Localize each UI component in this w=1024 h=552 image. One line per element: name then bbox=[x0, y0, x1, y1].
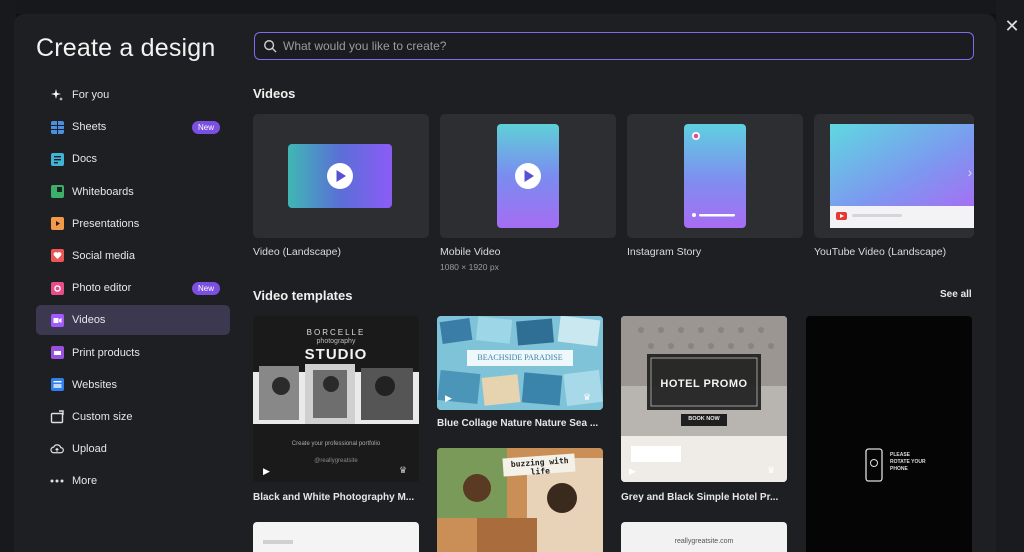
new-badge: New bbox=[191, 282, 220, 296]
sidebar-item-videos[interactable]: Videos bbox=[36, 305, 230, 336]
play-icon: ▶ bbox=[263, 466, 270, 476]
presentation-icon bbox=[50, 217, 64, 231]
website-icon bbox=[50, 378, 64, 392]
sidebar-item-whiteboards[interactable]: Whiteboards bbox=[36, 177, 230, 207]
sidebar-item-more[interactable]: More bbox=[36, 466, 230, 496]
heart-icon bbox=[50, 249, 64, 263]
hotel-room-image bbox=[621, 316, 787, 482]
sidebar-item-label: Sheets bbox=[72, 121, 107, 134]
sidebar-item-upload[interactable]: Upload bbox=[36, 434, 230, 464]
search-bar[interactable] bbox=[254, 32, 974, 60]
mobile-video-thumbnail bbox=[497, 124, 559, 228]
print-icon bbox=[50, 346, 64, 360]
rotate-phone-text: PLEASE ROTATE YOUR PHONE bbox=[890, 452, 926, 472]
template-label: Black and White Photography M... bbox=[253, 492, 415, 503]
search-input[interactable] bbox=[283, 39, 943, 53]
video-card-label: Mobile Video bbox=[440, 246, 501, 258]
sidebar-item-for-you[interactable]: For you bbox=[36, 80, 230, 110]
more-icon bbox=[50, 474, 64, 488]
upload-icon bbox=[50, 442, 64, 456]
section-title-videos: Videos bbox=[253, 86, 296, 101]
video-card-label: Video (Landscape) bbox=[253, 246, 341, 258]
template-label: Blue Collage Nature Nature Sea ... bbox=[437, 418, 599, 429]
crown-icon: ♛ bbox=[767, 465, 776, 475]
sidebar-item-label: Presentations bbox=[72, 217, 140, 230]
sidebar-item-websites[interactable]: Websites bbox=[36, 370, 230, 400]
category-sidebar: For you Sheets New Docs Whiteboards Pres… bbox=[36, 80, 230, 498]
close-icon[interactable]: ✕ bbox=[1002, 16, 1022, 36]
chevron-right-icon[interactable]: › bbox=[960, 160, 980, 184]
video-icon bbox=[50, 313, 64, 327]
photo-editor-icon bbox=[50, 281, 64, 295]
custom-size-icon bbox=[50, 410, 64, 424]
sidebar-item-social-media[interactable]: Social media bbox=[36, 241, 230, 271]
sidebar-item-presentations[interactable]: Presentations bbox=[36, 209, 230, 239]
sidebar-item-label: More bbox=[72, 475, 98, 488]
landscape-video-thumbnail bbox=[288, 144, 392, 208]
video-card-dimensions: 1080 × 1920 px bbox=[440, 262, 499, 272]
video-card-landscape[interactable] bbox=[253, 114, 429, 238]
template-placeholder-line bbox=[263, 540, 293, 544]
photo-collage-image bbox=[253, 364, 419, 424]
sidebar-item-label: Social media bbox=[72, 249, 135, 262]
sidebar-item-sheets[interactable]: Sheets New bbox=[36, 112, 230, 142]
template-website-promo[interactable]: reallygreatsite.com bbox=[621, 522, 787, 552]
see-all-link[interactable]: See all bbox=[940, 289, 972, 300]
sidebar-item-label: For you bbox=[72, 89, 110, 101]
template-caption: Create your professional portfolio bbox=[291, 441, 381, 447]
whiteboard-icon bbox=[50, 185, 64, 199]
docs-icon bbox=[50, 152, 64, 166]
template-rotate-phone[interactable]: PLEASE ROTATE YOUR PHONE bbox=[806, 316, 972, 552]
background-app-right-panel bbox=[996, 0, 1024, 552]
template-url-text: reallygreatsite.com bbox=[674, 538, 734, 545]
template-buzzing-with-life[interactable]: buzzing with life bbox=[437, 448, 603, 552]
sidebar-item-label: Docs bbox=[72, 153, 98, 166]
sparkle-icon bbox=[50, 88, 64, 102]
video-card-instagram-story[interactable] bbox=[627, 114, 803, 238]
background-app-header bbox=[16, 0, 1024, 14]
create-design-modal: Create a design For you Sheets New Docs … bbox=[14, 14, 996, 552]
beach-collage-image bbox=[437, 316, 603, 410]
template-banner-text: BEACHSIDE PARADISE bbox=[477, 353, 563, 362]
crown-icon: ♛ bbox=[399, 465, 408, 475]
template-heading-small: BORCELLE bbox=[306, 328, 366, 337]
phone-rotate-icon bbox=[865, 448, 883, 482]
youtube-video-thumbnail bbox=[830, 124, 974, 228]
crown-icon: ♛ bbox=[583, 392, 592, 402]
section-title-video-templates: Video templates bbox=[253, 288, 353, 303]
new-badge: New bbox=[191, 121, 220, 135]
video-card-mobile[interactable] bbox=[440, 114, 616, 238]
play-icon: ▶ bbox=[629, 466, 636, 476]
sidebar-item-label: Whiteboards bbox=[72, 185, 134, 198]
sidebar-item-label: Photo editor bbox=[72, 282, 132, 295]
sidebar-item-docs[interactable]: Docs bbox=[36, 144, 230, 174]
sidebar-item-label: Print products bbox=[72, 346, 140, 359]
search-icon bbox=[264, 40, 277, 53]
sidebar-item-photo-editor[interactable]: Photo editor New bbox=[36, 273, 230, 303]
video-card-label: YouTube Video (Landscape) bbox=[814, 246, 947, 258]
sidebar-item-print-products[interactable]: Print products bbox=[36, 338, 230, 368]
instagram-story-thumbnail bbox=[684, 124, 746, 228]
template-heading-big: STUDIO bbox=[304, 346, 368, 363]
template-book-now: BOOK NOW bbox=[688, 416, 720, 422]
sidebar-item-label: Videos bbox=[72, 314, 106, 327]
template-heading-sub: photography bbox=[316, 338, 356, 345]
video-card-label: Instagram Story bbox=[627, 246, 702, 258]
modal-title: Create a design bbox=[36, 34, 216, 62]
template-blue-collage-nature[interactable]: BEACHSIDE PARADISE ▶ ♛ bbox=[437, 316, 603, 410]
template-partial-card[interactable] bbox=[253, 522, 419, 552]
sidebar-item-label: Custom size bbox=[72, 410, 133, 423]
template-hotel-promo[interactable]: HOTEL PROMO BOOK NOW ▶ ♛ bbox=[621, 316, 787, 482]
sheets-icon bbox=[50, 120, 64, 134]
video-card-youtube[interactable] bbox=[814, 114, 974, 238]
template-heading: HOTEL PROMO bbox=[660, 378, 748, 390]
sidebar-item-label: Upload bbox=[72, 443, 107, 456]
play-icon: ▶ bbox=[445, 393, 452, 403]
template-photography-studio[interactable]: BORCELLE photography STUDIO Create your … bbox=[253, 316, 419, 482]
sidebar-item-label: Websites bbox=[72, 378, 118, 391]
template-handle: @reallygreatsite bbox=[314, 458, 358, 464]
sidebar-item-custom-size[interactable]: Custom size bbox=[36, 402, 230, 432]
template-label: Grey and Black Simple Hotel Pr... bbox=[621, 492, 779, 503]
